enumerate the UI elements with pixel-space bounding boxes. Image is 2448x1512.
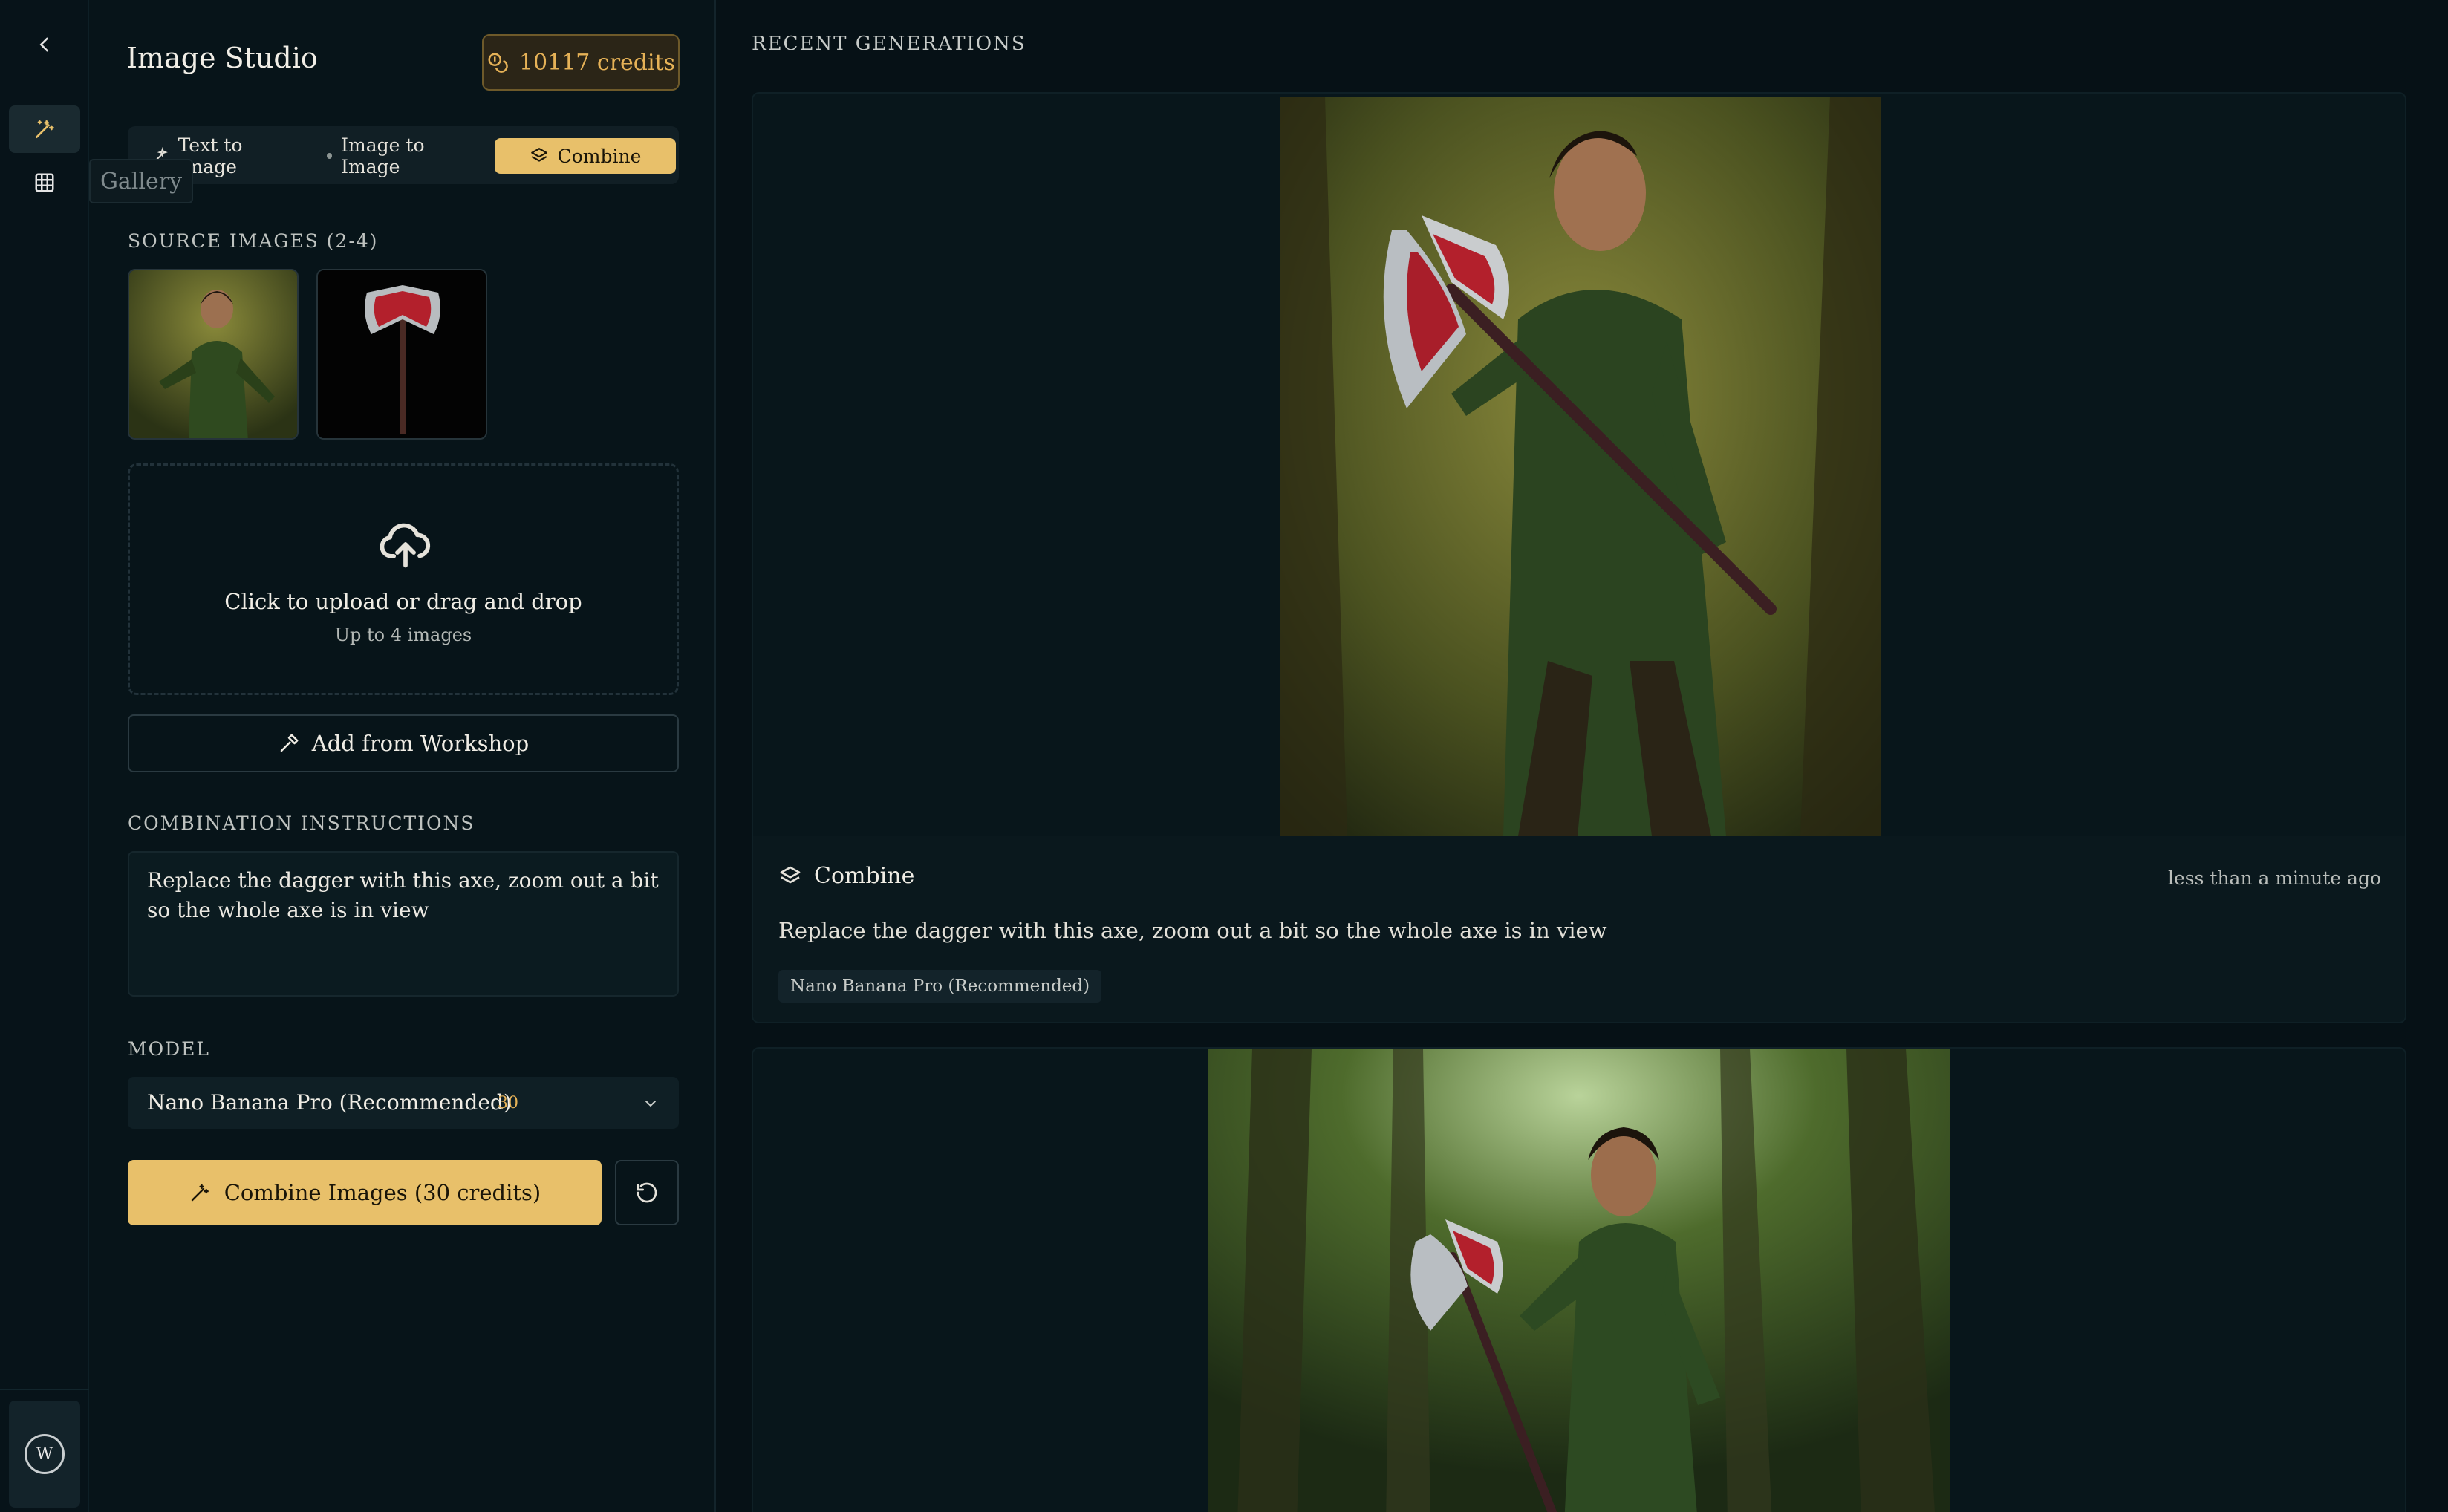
layers-icon — [530, 148, 547, 162]
generation-details: Combine less than a minute ago Replace t… — [753, 836, 2405, 1022]
add-from-workshop-button[interactable]: Add from Workshop — [128, 714, 679, 772]
studio-panel: Image Studio 10117 credits Text to Image… — [89, 0, 716, 1512]
generation-card[interactable] — [752, 1047, 2406, 1512]
generation-timestamp: less than a minute ago — [2168, 867, 2381, 889]
back-button[interactable] — [9, 21, 80, 68]
rotate-ccw-icon — [637, 1182, 657, 1203]
upload-subtitle: Up to 4 images — [334, 625, 472, 645]
combine-images-button[interactable]: Combine Images (30 credits) — [128, 1160, 602, 1225]
chevron-left-icon — [39, 37, 48, 52]
mode-tabs: Text to Image Image to Image Combine — [128, 126, 679, 184]
upload-cloud-icon — [380, 523, 431, 568]
gallery-tooltip: Gallery — [89, 159, 193, 203]
model-label: MODEL — [128, 1038, 210, 1060]
gallery-nav-button[interactable] — [9, 159, 80, 206]
tab-label: Text to Image — [178, 134, 243, 177]
credits-label: 10117 credits — [518, 49, 676, 76]
grid-icon — [35, 173, 54, 192]
generated-image[interactable] — [1280, 97, 1881, 836]
generation-type: Combine — [778, 863, 914, 889]
chevron-down-icon — [645, 1101, 656, 1107]
workshop-label: Add from Workshop — [311, 731, 530, 756]
magic-wand-icon — [36, 120, 54, 138]
upload-dropzone[interactable]: Click to upload or drag and drop Up to 4… — [128, 463, 679, 695]
model-cost-badge: 30 — [498, 1094, 518, 1112]
coins-icon — [488, 53, 508, 73]
combination-instructions-label: COMBINATION INSTRUCTIONS — [128, 812, 475, 834]
combination-instructions-input[interactable]: Replace the dagger with this axe, zoom o… — [128, 851, 679, 997]
generation-prompt: Replace the dagger with this axe, zoom o… — [778, 918, 1607, 943]
tab-label: Image to Image — [341, 134, 425, 177]
dot-icon — [327, 153, 333, 159]
image-studio-nav-button[interactable] — [9, 105, 80, 153]
recent-generations-label: RECENT GENERATIONS — [752, 33, 1026, 55]
generated-image[interactable] — [1208, 1049, 1950, 1512]
layers-icon — [780, 866, 801, 883]
source-image-axe[interactable] — [316, 269, 487, 440]
generation-type-label: Combine — [814, 863, 915, 889]
reset-button[interactable] — [615, 1160, 679, 1225]
magic-wand-icon — [191, 1184, 209, 1202]
avatar: W — [25, 1434, 65, 1474]
model-select[interactable]: Nano Banana Pro (Recommended) 30 — [128, 1077, 679, 1129]
page-title: Image Studio — [126, 42, 318, 74]
tab-image-to-image[interactable]: Image to Image — [315, 134, 486, 177]
rail-divider — [0, 1389, 89, 1390]
tab-combine[interactable]: Combine — [495, 138, 676, 174]
model-name: Nano Banana Pro (Recommended) — [147, 1090, 512, 1115]
source-image-warrior[interactable] — [128, 269, 299, 440]
upload-title: Click to upload or drag and drop — [224, 589, 582, 614]
source-images-label: SOURCE IMAGES (2-4) — [128, 230, 379, 252]
nav-rail: W — [0, 0, 89, 1512]
combine-button-label: Combine Images (30 credits) — [224, 1180, 541, 1205]
hammer-icon — [280, 734, 299, 752]
generation-model-tag: Nano Banana Pro (Recommended) — [778, 970, 1102, 1003]
user-menu-button[interactable]: W — [9, 1401, 80, 1508]
warrior-with-axe-image — [1280, 97, 1881, 836]
warrior-thumbnail — [129, 270, 297, 438]
axe-thumbnail — [318, 270, 486, 438]
warrior-in-forest-image — [1208, 1049, 1950, 1512]
tab-label: Combine — [557, 145, 642, 167]
generation-card[interactable]: Combine less than a minute ago Replace t… — [752, 92, 2406, 1023]
credits-badge[interactable]: 10117 credits — [482, 34, 680, 91]
